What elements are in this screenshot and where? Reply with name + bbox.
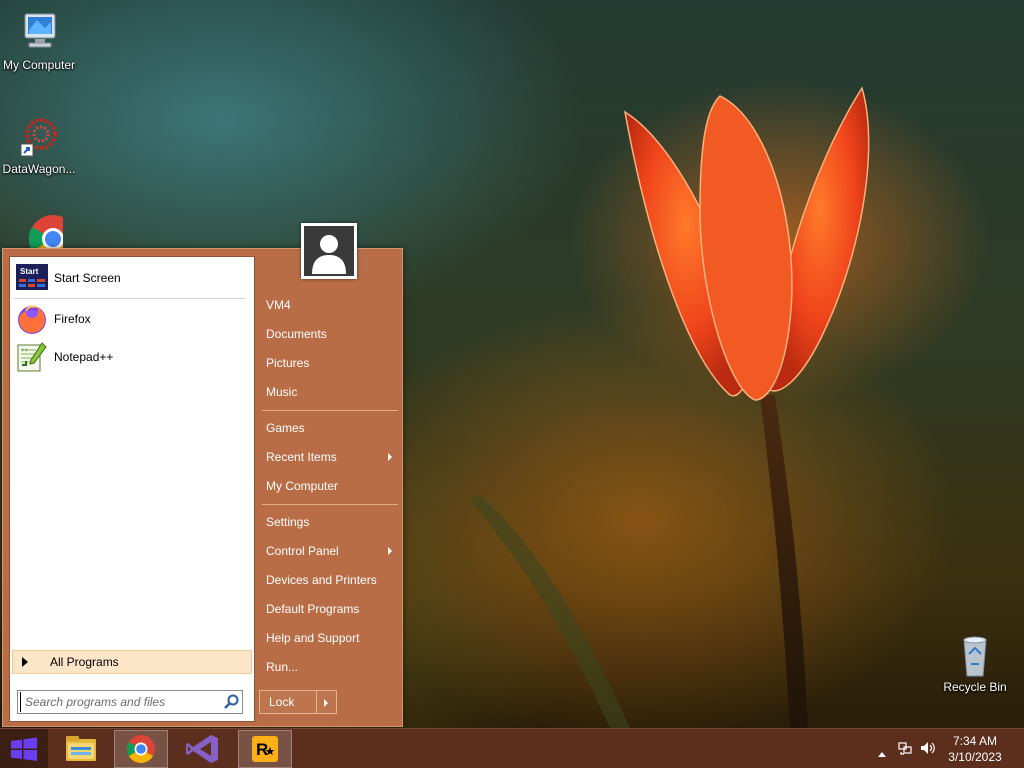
right-item-label: Control Panel bbox=[266, 544, 339, 558]
start-item-label: Start Screen bbox=[54, 271, 121, 285]
right-item-label: Games bbox=[266, 421, 305, 435]
start-right-settings[interactable]: Settings bbox=[260, 509, 400, 535]
svg-text:R: R bbox=[256, 740, 268, 759]
desktop-icon-datawagon[interactable]: DataWagon... bbox=[0, 112, 79, 176]
start-search-input[interactable] bbox=[20, 692, 222, 712]
start-menu: Start Start Screen Firefox ++ Notepad++ … bbox=[2, 223, 403, 727]
right-item-label: Settings bbox=[266, 515, 310, 529]
start-screen-icon: Start bbox=[16, 262, 48, 294]
start-right-documents[interactable]: Documents bbox=[260, 321, 400, 347]
volume-icon[interactable] bbox=[920, 741, 936, 758]
desktop-icon-recycle-bin[interactable]: Recycle Bin bbox=[935, 630, 1015, 694]
right-item-label: Default Programs bbox=[266, 602, 360, 616]
chevron-right-icon bbox=[388, 547, 392, 555]
start-right-separator bbox=[262, 410, 398, 411]
clock-date: 3/10/2023 bbox=[948, 750, 1002, 764]
desktop-icon-label: Recycle Bin bbox=[943, 680, 1007, 694]
network-icon[interactable] bbox=[898, 741, 912, 758]
start-item-label: Firefox bbox=[54, 312, 91, 326]
start-right-my-computer[interactable]: My Computer bbox=[260, 473, 400, 499]
taskbar-google-chrome[interactable] bbox=[114, 730, 168, 768]
taskbar-clock[interactable]: 7:34 AM 3/10/2023 bbox=[940, 733, 1010, 765]
firefox-icon bbox=[16, 303, 48, 335]
show-hidden-icons-chevron-icon[interactable] bbox=[878, 746, 886, 760]
lock-button-group: Lock bbox=[259, 690, 337, 714]
taskbar: R 7:34 AM 3/10/2023 bbox=[0, 728, 1024, 768]
desktop-icon-my-computer[interactable]: My Computer bbox=[0, 8, 79, 72]
right-item-label: Recent Items bbox=[266, 450, 337, 464]
taskbar-visual-studio[interactable] bbox=[176, 730, 230, 768]
start-right-separator bbox=[262, 504, 398, 505]
start-menu-separator bbox=[14, 298, 246, 299]
start-right-games[interactable]: Games bbox=[260, 415, 400, 441]
taskbar-file-explorer[interactable] bbox=[54, 730, 108, 768]
user-account-picture[interactable] bbox=[301, 223, 357, 279]
start-screen-icon-text: Start bbox=[20, 267, 39, 276]
power-options-arrow-button[interactable] bbox=[317, 690, 337, 714]
recycle-bin-icon bbox=[951, 630, 999, 678]
start-item-notepad-plus-plus[interactable]: ++ Notepad++ bbox=[13, 339, 251, 375]
right-item-label: Help and Support bbox=[266, 631, 360, 645]
right-item-label: Run... bbox=[266, 660, 299, 674]
start-item-label: Notepad++ bbox=[54, 350, 114, 364]
start-right-vm4[interactable]: VM4 bbox=[260, 292, 400, 318]
taskbar-rockstar-launcher[interactable]: R bbox=[238, 730, 292, 768]
lock-button[interactable]: Lock bbox=[259, 690, 317, 714]
triangle-right-icon bbox=[22, 657, 28, 667]
rockstar-icon: R bbox=[252, 736, 278, 762]
start-right-devices-and-printers[interactable]: Devices and Printers bbox=[260, 567, 400, 593]
right-item-label: My Computer bbox=[266, 479, 339, 493]
notepad-plus-plus-icon: ++ bbox=[16, 341, 48, 373]
start-right-help-and-support[interactable]: Help and Support bbox=[260, 625, 400, 651]
start-right-control-panel[interactable]: Control Panel bbox=[260, 538, 400, 564]
start-menu-programs-pane: Start Start Screen Firefox ++ Notepad++ … bbox=[9, 256, 255, 722]
start-right-default-programs[interactable]: Default Programs bbox=[260, 596, 400, 622]
my-computer-icon bbox=[15, 8, 63, 56]
svg-text:++: ++ bbox=[21, 348, 29, 354]
start-right-recent-items[interactable]: Recent Items bbox=[260, 444, 400, 470]
right-item-label: Music bbox=[266, 385, 298, 399]
user-avatar-icon bbox=[304, 226, 354, 276]
start-search-box[interactable] bbox=[17, 690, 243, 714]
desktop-icon-label: DataWagon... bbox=[2, 162, 76, 176]
visual-studio-icon bbox=[186, 735, 218, 763]
right-item-label: VM4 bbox=[266, 298, 291, 312]
start-right-run[interactable]: Run... bbox=[260, 654, 400, 680]
desktop-icon-label: My Computer bbox=[2, 58, 76, 72]
right-item-label: Devices and Printers bbox=[266, 573, 377, 587]
start-right-music[interactable]: Music bbox=[260, 379, 400, 405]
right-item-label: Documents bbox=[266, 327, 327, 341]
start-button[interactable] bbox=[0, 729, 48, 768]
clock-time: 7:34 AM bbox=[952, 734, 998, 748]
all-programs-label: All Programs bbox=[50, 655, 119, 669]
windows-logo-icon bbox=[11, 737, 37, 761]
chrome-icon bbox=[127, 735, 155, 763]
search-icon[interactable] bbox=[222, 692, 242, 712]
start-item-firefox[interactable]: Firefox bbox=[13, 301, 251, 337]
all-programs-button[interactable]: All Programs bbox=[12, 650, 252, 674]
start-right-pictures[interactable]: Pictures bbox=[260, 350, 400, 376]
lock-label: Lock bbox=[269, 695, 295, 709]
right-item-label: Pictures bbox=[266, 356, 310, 370]
start-item-start-screen[interactable]: Start Start Screen bbox=[13, 260, 251, 296]
chevron-right-icon bbox=[388, 453, 392, 461]
datawagon-shortcut-icon bbox=[15, 112, 63, 160]
file-explorer-icon bbox=[66, 736, 96, 761]
